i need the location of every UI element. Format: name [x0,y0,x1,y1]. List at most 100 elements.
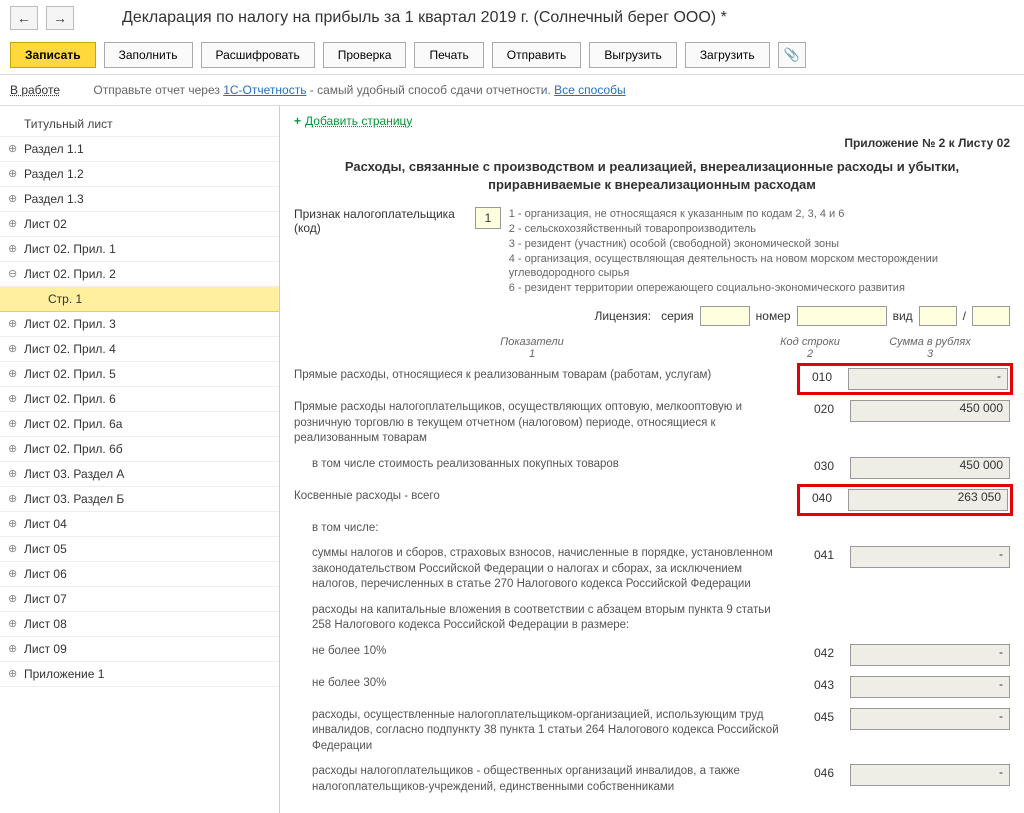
license-label: Лицензия: [594,309,651,323]
page-title: Декларация по налогу на прибыль за 1 ква… [122,9,727,27]
row-value-input[interactable]: - [850,764,1010,786]
sidebar-item-label: Лист 02. Прил. 2 [24,267,116,281]
nav-forward-button[interactable]: → [46,6,74,30]
sidebar-item-10[interactable]: Лист 02. Прил. 6 [0,387,279,412]
sidebar-item-2[interactable]: Раздел 1.3 [0,187,279,212]
row-label: суммы налогов и сборов, страховых взносо… [294,546,798,593]
sidebar-item-16[interactable]: Лист 05 [0,537,279,562]
attach-button[interactable]: 📎 [778,42,806,68]
sidebar-item-9[interactable]: Лист 02. Прил. 5 [0,362,279,387]
sidebar-item-19[interactable]: Лист 08 [0,612,279,637]
license-type1-input[interactable] [919,306,957,326]
sidebar-item-12[interactable]: Лист 02. Прил. 6б [0,437,279,462]
row-label: в том числе стоимость реализованных поку… [294,457,798,473]
sidebar-item-label: Лист 02 [24,217,67,231]
license-number-input[interactable] [797,306,887,326]
print-button[interactable]: Печать [414,42,483,68]
sidebar-item-label: Лист 02. Прил. 3 [24,317,116,331]
license-slash: / [963,309,966,323]
sidebar-header[interactable]: Титульный лист [0,112,279,137]
sidebar-item-label: Лист 03. Раздел А [24,467,124,481]
table-row-041: суммы налогов и сборов, страховых взносо… [294,546,1010,593]
write-button[interactable]: Записать [10,42,96,68]
row-code: 040 [802,489,842,511]
row-value-input[interactable]: - [850,676,1010,698]
sidebar-item-15[interactable]: Лист 04 [0,512,279,537]
sidebar-item-7[interactable]: Лист 02. Прил. 3 [0,312,279,337]
sidebar-item-5[interactable]: Лист 02. Прил. 2 [0,262,279,287]
sidebar-item-13[interactable]: Лист 03. Раздел А [0,462,279,487]
sidebar-item-label: Лист 08 [24,617,67,631]
sidebar-item-label: Лист 06 [24,567,67,581]
sidebar-item-label: Лист 04 [24,517,67,531]
table-row-020: Прямые расходы налогоплательщиков, осуще… [294,400,1010,447]
link-all-ways[interactable]: Все способы [554,83,626,97]
info-text-2: - самый удобный способ сдачи отчетности. [310,83,554,97]
link-1c-report[interactable]: 1С-Отчетность [223,83,306,97]
table-row-042: не более 10%042- [294,644,1010,666]
row-value-input[interactable]: 263 050 [848,489,1008,511]
row-code: 046 [804,764,844,780]
sidebar-item-6[interactable]: Стр. 1 [0,287,279,312]
row-label: расходы налогоплательщиков - общественны… [294,764,798,795]
row-label: Прямые расходы налогоплательщиков, осуще… [294,400,798,447]
row-label: Косвенные расходы - всего [294,489,794,505]
section-title: Расходы, связанные с производством и реа… [324,158,980,193]
table-row-010: Прямые расходы, относящиеся к реализован… [294,368,1010,390]
sidebar-item-label: Лист 02. Прил. 6б [24,442,123,456]
row-value-input[interactable]: - [850,708,1010,730]
sidebar-item-11[interactable]: Лист 02. Прил. 6а [0,412,279,437]
check-button[interactable]: Проверка [323,42,407,68]
license-row: Лицензия: серия номер вид / [294,306,1010,326]
taxpayer-code-input[interactable]: 1 [475,207,501,229]
appendix-title: Приложение № 2 к Листу 02 [294,136,1010,150]
decode-button[interactable]: Расшифровать [201,42,315,68]
sidebar-item-17[interactable]: Лист 06 [0,562,279,587]
row-value-input[interactable]: 450 000 [850,457,1010,479]
table-row-040: Косвенные расходы - всего 040 263 050 [294,489,1010,511]
fill-button[interactable]: Заполнить [104,42,193,68]
info-bar: В работе Отправьте отчет через 1С-Отчетн… [0,75,1024,106]
status-link[interactable]: В работе [10,83,60,97]
row-code: 042 [804,644,844,660]
row-value-input[interactable]: - [850,546,1010,568]
nav-back-button[interactable]: ← [10,6,38,30]
taxpayer-hints: 1 - организация, не относящаяся к указан… [509,207,1010,296]
sidebar-item-label: Раздел 1.1 [24,142,84,156]
sidebar-item-21[interactable]: Приложение 1 [0,662,279,687]
plus-icon: + [294,114,301,128]
row-label: Прямые расходы, относящиеся к реализован… [294,368,794,384]
load-button[interactable]: Загрузить [685,42,770,68]
sidebar-item-14[interactable]: Лист 03. Раздел Б [0,487,279,512]
sidebar-item-8[interactable]: Лист 02. Прил. 4 [0,337,279,362]
sidebar-item-label: Лист 07 [24,592,67,606]
row-label: расходы на капитальные вложения в соотве… [294,603,798,634]
row-code: 010 [802,368,842,390]
sidebar-item-label: Стр. 1 [48,292,82,306]
license-series-input[interactable] [700,306,750,326]
row-value-input[interactable]: - [848,368,1008,390]
export-button[interactable]: Выгрузить [589,42,677,68]
add-page-link[interactable]: +Добавить страницу [294,114,1010,128]
send-button[interactable]: Отправить [492,42,582,68]
sidebar-item-4[interactable]: Лист 02. Прил. 1 [0,237,279,262]
taxpayer-label: Признак налогоплательщика (код) [294,207,467,235]
sidebar-item-20[interactable]: Лист 09 [0,637,279,662]
sidebar-item-3[interactable]: Лист 02 [0,212,279,237]
license-number-label: номер [756,309,791,323]
sidebar: Титульный лист Раздел 1.1 Раздел 1.2 Разде… [0,106,280,813]
row-value-input[interactable]: - [850,644,1010,666]
sidebar-item-label: Раздел 1.3 [24,192,84,206]
row-value-input[interactable]: 450 000 [850,400,1010,422]
sidebar-item-label: Лист 02. Прил. 6а [24,417,122,431]
sidebar-item-18[interactable]: Лист 07 [0,587,279,612]
sidebar-item-label: Лист 03. Раздел Б [24,492,124,506]
sidebar-item-1[interactable]: Раздел 1.2 [0,162,279,187]
license-type2-input[interactable] [972,306,1010,326]
table-row-030: в том числе стоимость реализованных поку… [294,457,1010,479]
row-code: 030 [804,457,844,473]
sidebar-item-label: Лист 02. Прил. 6 [24,392,116,406]
sidebar-item-0[interactable]: Раздел 1.1 [0,137,279,162]
row-label: расходы, осуществленные налогоплательщик… [294,708,798,755]
sidebar-item-label: Лист 02. Прил. 5 [24,367,116,381]
